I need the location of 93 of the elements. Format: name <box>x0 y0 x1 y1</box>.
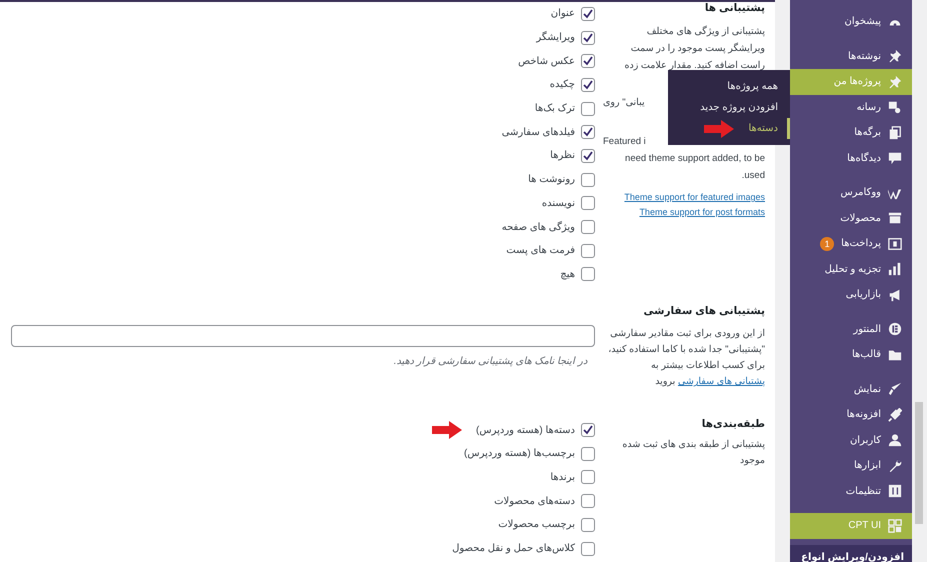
checkbox[interactable] <box>581 102 595 116</box>
description-text: راست اضافه کنید. مقدار علامت زده <box>624 59 765 73</box>
sidebar-item[interactable]: محصولات <box>790 206 912 231</box>
archive-icon <box>888 211 902 226</box>
hint-text: در اینجا نامک های پشتیبانی سفارشی قرار دهید. <box>392 355 588 368</box>
sidebar-item[interactable]: ابزارها <box>790 453 912 478</box>
sidebar-item[interactable]: ووکامرس <box>790 180 912 206</box>
checkbox-label: برندها <box>550 472 575 483</box>
checkbox-label: فیلدهای سفارشی <box>502 126 575 138</box>
description-text: Featured i <box>603 135 646 149</box>
description-text: need theme support added, to be <box>625 152 765 166</box>
scrollbar-thumb[interactable] <box>915 402 923 524</box>
checkbox[interactable] <box>581 196 595 210</box>
description-text: پشتیبانی از طبقه بندی های ثبت شده موجود <box>621 438 765 468</box>
section-heading: پشتیبانی ها <box>704 2 765 15</box>
checkbox-label: نویسنده <box>542 198 575 209</box>
description-text: پشتیبانی از ویژگی های مختلف <box>646 24 765 39</box>
pin-icon <box>888 74 902 89</box>
checkbox-label: عکس شاخص <box>518 56 575 67</box>
menu-item[interactable]: همه پروژه‌ها <box>668 76 790 97</box>
checkbox[interactable] <box>581 148 595 163</box>
comment-icon <box>888 151 902 166</box>
circle-e-icon <box>888 322 902 336</box>
checkbox[interactable] <box>581 423 595 438</box>
pages-icon <box>888 126 902 140</box>
sidebar-item[interactable]: کاربران <box>790 428 912 453</box>
sidebar-item[interactable]: افزونه‌ها <box>790 402 912 428</box>
bar-chart-icon <box>888 262 902 276</box>
sidebar-item[interactable]: پیشخوان <box>790 9 912 34</box>
brush-icon <box>888 382 902 396</box>
checkbox[interactable] <box>581 470 595 484</box>
sidebar-item[interactable]: تجزیه و تحلیل <box>790 256 912 282</box>
checkbox-label: برچسب‌ها (هسته وردپرس) <box>464 448 575 460</box>
checkbox[interactable] <box>581 518 595 532</box>
checkbox[interactable] <box>581 54 595 68</box>
checkbox-label: برچسب محصولات <box>498 519 575 530</box>
wrench-icon <box>888 458 902 473</box>
section-heading: طبقه‌بندی‌ها <box>702 418 765 432</box>
checkbox[interactable] <box>581 542 595 556</box>
arrow-icon <box>432 421 462 440</box>
help-link[interactable]: Theme support for post formats <box>639 205 765 220</box>
description-text: از این ورودی برای ثبت مقادیر سفارشی "پشتیبانی" جدا شده با کاما استفاده کنید، برای کسب اطلاعات بیشتر به پشتیانی های سفارشی بروید <box>607 327 765 390</box>
checkbox[interactable] <box>581 6 595 21</box>
count-badge: 1 <box>820 236 834 251</box>
checkbox[interactable] <box>581 244 595 258</box>
checkbox-label: دسته‌ها (هسته وردپرس) <box>476 424 575 436</box>
checkbox-label: ترک بک‌ها <box>534 103 575 114</box>
checkbox-label: فرمت های پست <box>506 245 575 256</box>
checkbox-label: چکیده <box>550 79 575 90</box>
sidebar-item[interactable]: رسانه <box>790 94 912 120</box>
plug-icon <box>888 408 902 422</box>
checkbox-label: دسته‌های محصولات <box>494 496 575 507</box>
checkbox-label: هیچ <box>560 268 575 280</box>
sidebar-item[interactable]: بازاریابی <box>790 282 912 308</box>
description-text: ویرایشگر پست موجود را در سمت <box>630 42 765 56</box>
description-text: used. <box>742 169 765 183</box>
megaphone-icon <box>888 288 902 302</box>
pin-icon <box>888 49 902 64</box>
sidebar-item[interactable]: نمایش <box>790 376 912 402</box>
menu-item[interactable]: افزودن پروژه جدید <box>668 97 790 118</box>
sidebar-item[interactable]: برگه‌ها <box>790 120 912 146</box>
sidebar-item[interactable]: المنتور <box>790 316 912 342</box>
submenu-heading[interactable]: افزودن/ویرایش انواع <box>790 544 912 562</box>
checkbox[interactable] <box>581 125 595 140</box>
help-link[interactable]: پشتیانی های سفارشی <box>678 376 765 388</box>
sidebar-item[interactable]: دیدگاه‌ها <box>790 146 912 171</box>
arrow-icon <box>704 120 734 138</box>
checkbox[interactable] <box>581 267 595 282</box>
checkbox-label: نظرها <box>550 150 575 162</box>
input-field[interactable] <box>11 325 595 348</box>
checkbox[interactable] <box>581 30 595 45</box>
checkbox-label: رونوشت ها <box>528 174 575 186</box>
checkbox-label: ویژگی های صفحه <box>502 222 575 233</box>
checkbox[interactable] <box>581 446 595 461</box>
sidebar-item[interactable]: قالب‌ها <box>790 342 912 368</box>
description-text: یبانی" روی <box>603 96 645 110</box>
sidebar-item[interactable]: تنظیمات <box>790 478 912 504</box>
banknote-icon <box>888 236 902 251</box>
checkbox-label: عنوان <box>550 8 575 20</box>
user-icon <box>888 433 902 448</box>
checkbox[interactable] <box>581 220 595 234</box>
checkbox-label: کلاس‌های حمل و نقل محصول <box>452 543 575 554</box>
sidebar-item[interactable]: نوشته‌ها <box>790 44 912 69</box>
checkbox[interactable] <box>581 172 595 187</box>
section-heading: پشتیبانی های سفارشی <box>644 305 765 318</box>
checkbox-label: ویرایشگر <box>536 32 575 44</box>
media-icon <box>888 100 902 114</box>
help-link[interactable]: Theme support for featured images <box>624 190 765 205</box>
folder-icon <box>888 348 902 362</box>
menu-item[interactable]: دسته‌ها <box>668 118 790 139</box>
checkbox[interactable] <box>581 494 595 508</box>
grid-icon <box>888 518 902 533</box>
checkbox[interactable] <box>581 78 595 92</box>
